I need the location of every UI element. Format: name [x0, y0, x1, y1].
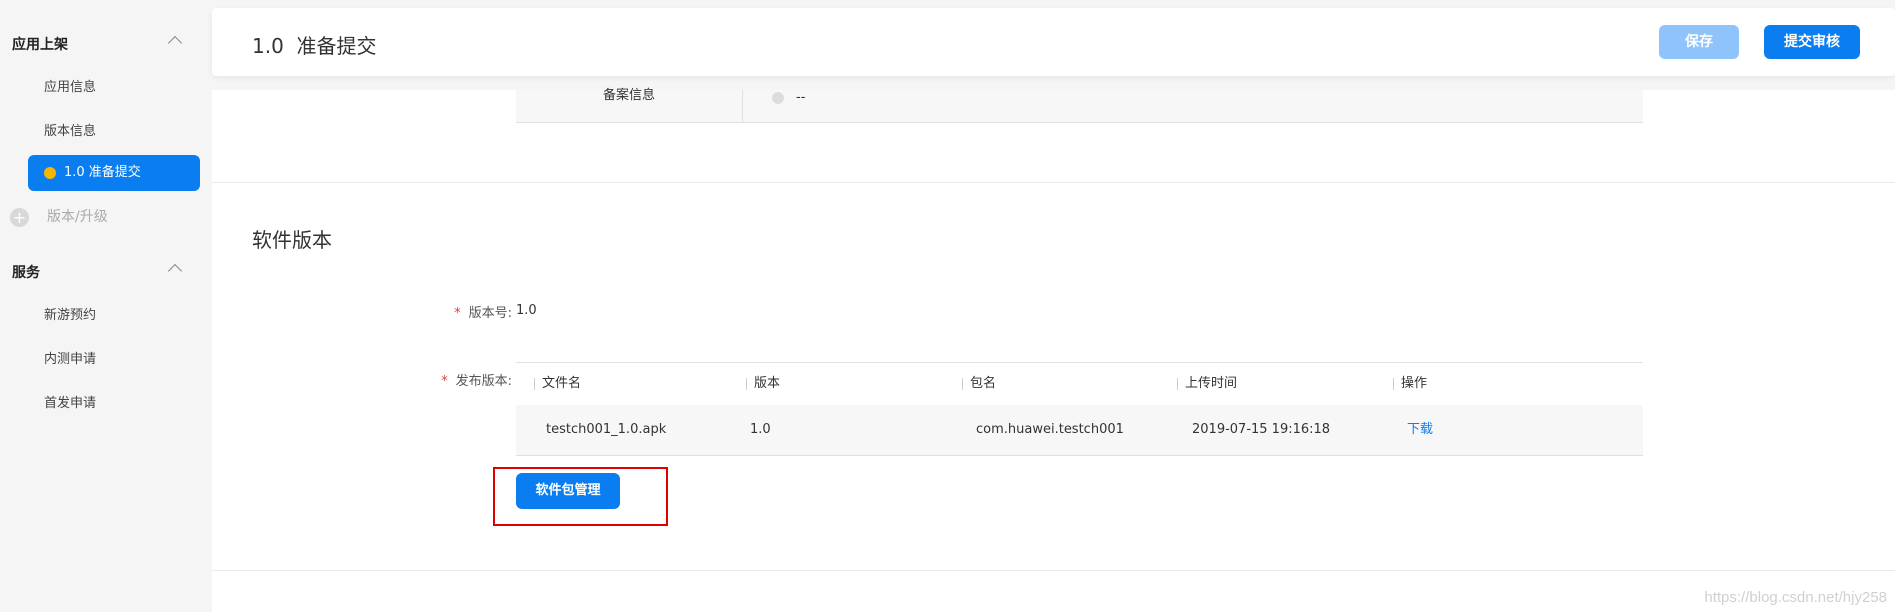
- main-content: 备案信息 -- 软件版本 * 版本号: 1.0 * 发布版本: 文件名 版本 包名 …: [212, 89, 1895, 612]
- sidebar-add-label: 版本/升级: [47, 209, 108, 225]
- cell-package: com.huawei.testch001: [976, 422, 1124, 437]
- column-header-package: 包名: [962, 363, 996, 405]
- sidebar-item-version-info[interactable]: 版本信息: [28, 114, 200, 150]
- required-mark: *: [441, 374, 448, 389]
- column-header-label: 操作: [1401, 376, 1428, 391]
- version-number-label-text: 版本号:: [468, 306, 512, 321]
- release-version-label-text: 发布版本:: [455, 374, 512, 389]
- column-header-filename: 文件名: [534, 363, 581, 405]
- cell-version: 1.0: [750, 422, 771, 437]
- save-button[interactable]: 保存: [1659, 25, 1739, 59]
- column-header-action: 操作: [1393, 363, 1427, 405]
- page-header: 1.0 准备提交 保存 提交审核: [212, 8, 1895, 76]
- plus-circle-icon: +: [10, 207, 29, 227]
- section-divider: [212, 182, 1895, 183]
- chevron-up-icon[interactable]: [167, 35, 183, 51]
- filing-info-label: 备案信息: [516, 89, 743, 122]
- sidebar-item-new-game-reservation[interactable]: 新游预约: [28, 298, 200, 334]
- sidebar-item-app-info[interactable]: 应用信息: [28, 70, 200, 106]
- watermark: https://blog.csdn.net/hjy258: [1704, 589, 1887, 606]
- table-row: testch001_1.0.apk 1.0 com.huawei.testch0…: [516, 405, 1643, 456]
- table-header-row: 文件名 版本 包名 上传时间 操作: [516, 362, 1643, 406]
- sidebar: 应用上架 应用信息 版本信息 1.0 准备提交 + 版本/升级 服务 新游预约 内…: [0, 0, 210, 612]
- column-header-label: 包名: [970, 376, 997, 391]
- radio-icon[interactable]: [772, 92, 784, 104]
- page-title: 1.0 准备提交: [252, 34, 377, 58]
- release-version-label: * 发布版本:: [392, 370, 512, 389]
- section-divider: [212, 570, 1895, 571]
- required-mark: *: [454, 306, 461, 321]
- chevron-up-icon[interactable]: [167, 263, 183, 279]
- sidebar-group-app-listing[interactable]: 应用上架: [12, 34, 68, 54]
- highlight-annotation-box: [493, 467, 668, 526]
- version-number-label: * 版本号:: [392, 302, 512, 321]
- column-header-label: 文件名: [542, 376, 582, 391]
- column-header-label: 版本: [754, 376, 781, 391]
- sidebar-item-prepare-submit[interactable]: 1.0 准备提交: [28, 155, 200, 191]
- filing-info-value: --: [796, 90, 806, 105]
- status-dot-icon: [44, 167, 56, 179]
- cell-upload-time: 2019-07-15 19:16:18: [1192, 422, 1331, 437]
- section-title-software-version: 软件版本: [252, 228, 332, 252]
- column-header-label: 上传时间: [1185, 376, 1238, 391]
- download-link[interactable]: 下载: [1407, 405, 1433, 455]
- filing-info-row: 备案信息 --: [516, 89, 1643, 123]
- submit-review-button[interactable]: 提交审核: [1764, 25, 1860, 59]
- sidebar-add-version-upgrade[interactable]: + 版本/升级: [10, 206, 108, 228]
- cell-filename: testch001_1.0.apk: [546, 422, 667, 437]
- version-number-value: 1.0: [516, 303, 537, 318]
- sidebar-group-services[interactable]: 服务: [12, 262, 40, 282]
- sidebar-item-launch-application[interactable]: 首发申请: [28, 386, 200, 422]
- sidebar-item-beta-application[interactable]: 内测申请: [28, 342, 200, 378]
- column-header-upload-time: 上传时间: [1177, 363, 1237, 405]
- column-header-version: 版本: [746, 363, 780, 405]
- sidebar-item-label: 1.0 准备提交: [64, 165, 141, 180]
